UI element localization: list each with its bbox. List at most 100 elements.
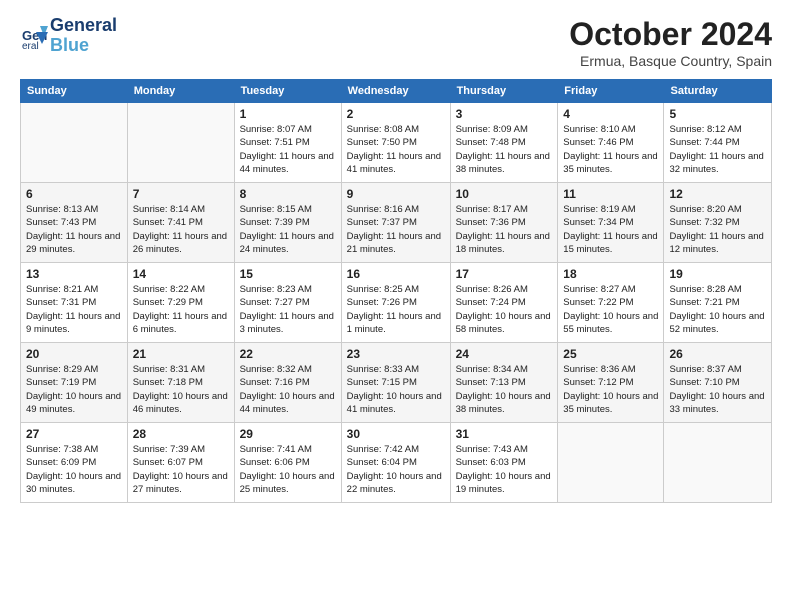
day-info: Sunrise: 7:43 AM Sunset: 6:03 PM Dayligh… [456, 443, 553, 496]
day-info: Sunrise: 8:25 AM Sunset: 7:26 PM Dayligh… [347, 283, 445, 336]
day-number: 18 [563, 267, 658, 281]
day-number: 3 [456, 107, 553, 121]
calendar-cell: 2Sunrise: 8:08 AM Sunset: 7:50 PM Daylig… [341, 103, 450, 183]
month-title: October 2024 [569, 16, 772, 53]
calendar-cell: 1 Sunrise: 8:07 AM Sunset: 7:51 PM Daylig… [234, 103, 341, 183]
weekday-header-wednesday: Wednesday [341, 80, 450, 103]
day-number: 24 [456, 347, 553, 361]
day-info: Sunrise: 8:33 AM Sunset: 7:15 PM Dayligh… [347, 363, 445, 416]
calendar-cell: 14Sunrise: 8:22 AM Sunset: 7:29 PM Dayli… [127, 263, 234, 343]
day-number: 26 [669, 347, 766, 361]
calendar-cell: 18 Sunrise: 8:27 AM Sunset: 7:22 PM Dayli… [558, 263, 664, 343]
calendar-cell: 30Sunrise: 7:42 AM Sunset: 6:04 PM Dayli… [341, 423, 450, 503]
day-number: 13 [26, 267, 122, 281]
calendar-cell: 23 Sunrise: 8:33 AM Sunset: 7:15 PM Dayli… [341, 343, 450, 423]
day-info: Sunrise: 8:10 AM Sunset: 7:46 PM Dayligh… [563, 123, 658, 176]
weekday-header-monday: Monday [127, 80, 234, 103]
calendar-cell: 19 Sunrise: 8:28 AM Sunset: 7:21 PM Dayli… [664, 263, 772, 343]
day-number: 20 [26, 347, 122, 361]
calendar-cell: 26 Sunrise: 8:37 AM Sunset: 7:10 PM Dayli… [664, 343, 772, 423]
day-info: Sunrise: 8:27 AM Sunset: 7:22 PM Dayligh… [563, 283, 658, 336]
calendar-cell: 3 Sunrise: 8:09 AM Sunset: 7:48 PM Daylig… [450, 103, 558, 183]
day-info: Sunrise: 8:31 AM Sunset: 7:18 PM Dayligh… [133, 363, 229, 416]
day-info: Sunrise: 8:28 AM Sunset: 7:21 PM Dayligh… [669, 283, 766, 336]
day-info: Sunrise: 8:22 AM Sunset: 7:29 PM Dayligh… [133, 283, 229, 336]
day-number: 31 [456, 427, 553, 441]
day-info: Sunrise: 8:17 AM Sunset: 7:36 PM Dayligh… [456, 203, 553, 256]
day-number: 6 [26, 187, 122, 201]
day-info: Sunrise: 8:21 AM Sunset: 7:31 PM Dayligh… [26, 283, 122, 336]
day-number: 19 [669, 267, 766, 281]
day-info: Sunrise: 8:15 AM Sunset: 7:39 PM Dayligh… [240, 203, 336, 256]
day-info: Sunrise: 8:16 AM Sunset: 7:37 PM Dayligh… [347, 203, 445, 256]
day-info: Sunrise: 7:38 AM Sunset: 6:09 PM Dayligh… [26, 443, 122, 496]
calendar-cell: 24 Sunrise: 8:34 AM Sunset: 7:13 PM Dayli… [450, 343, 558, 423]
day-number: 5 [669, 107, 766, 121]
day-info: Sunrise: 8:29 AM Sunset: 7:19 PM Dayligh… [26, 363, 122, 416]
day-number: 9 [347, 187, 445, 201]
day-info: Sunrise: 8:08 AM Sunset: 7:50 PM Dayligh… [347, 123, 445, 176]
day-info: Sunrise: 8:37 AM Sunset: 7:10 PM Dayligh… [669, 363, 766, 416]
calendar-cell [558, 423, 664, 503]
day-info: Sunrise: 8:20 AM Sunset: 7:32 PM Dayligh… [669, 203, 766, 256]
day-info: Sunrise: 8:14 AM Sunset: 7:41 PM Dayligh… [133, 203, 229, 256]
calendar: SundayMondayTuesdayWednesdayThursdayFrid… [20, 79, 772, 503]
day-number: 27 [26, 427, 122, 441]
day-info: Sunrise: 8:09 AM Sunset: 7:48 PM Dayligh… [456, 123, 553, 176]
day-number: 4 [563, 107, 658, 121]
day-info: Sunrise: 7:42 AM Sunset: 6:04 PM Dayligh… [347, 443, 445, 496]
logo-icon: Gen eral [20, 22, 48, 50]
day-number: 23 [347, 347, 445, 361]
day-number: 29 [240, 427, 336, 441]
day-number: 12 [669, 187, 766, 201]
logo: Gen eral GeneralBlue [20, 16, 117, 56]
title-block: October 2024 Ermua, Basque Country, Spai… [569, 16, 772, 69]
header: Gen eral GeneralBlue October 2024 Ermua,… [20, 16, 772, 69]
calendar-cell: 7 Sunrise: 8:14 AM Sunset: 7:41 PM Daylig… [127, 183, 234, 263]
calendar-cell: 27 Sunrise: 7:38 AM Sunset: 6:09 PM Dayli… [21, 423, 128, 503]
calendar-cell: 16 Sunrise: 8:25 AM Sunset: 7:26 PM Dayli… [341, 263, 450, 343]
svg-text:eral: eral [22, 41, 39, 50]
calendar-cell: 8 Sunrise: 8:15 AM Sunset: 7:39 PM Daylig… [234, 183, 341, 263]
day-number: 1 [240, 107, 336, 121]
day-info: Sunrise: 8:36 AM Sunset: 7:12 PM Dayligh… [563, 363, 658, 416]
calendar-cell: 25 Sunrise: 8:36 AM Sunset: 7:12 PM Dayli… [558, 343, 664, 423]
day-number: 22 [240, 347, 336, 361]
day-number: 8 [240, 187, 336, 201]
calendar-cell: 10 Sunrise: 8:17 AM Sunset: 7:36 PM Dayli… [450, 183, 558, 263]
weekday-header-saturday: Saturday [664, 80, 772, 103]
calendar-cell: 29Sunrise: 7:41 AM Sunset: 6:06 PM Dayli… [234, 423, 341, 503]
day-info: Sunrise: 8:12 AM Sunset: 7:44 PM Dayligh… [669, 123, 766, 176]
calendar-cell: 6 Sunrise: 8:13 AM Sunset: 7:43 PM Daylig… [21, 183, 128, 263]
calendar-cell: 12 Sunrise: 8:20 AM Sunset: 7:32 PM Dayli… [664, 183, 772, 263]
day-number: 25 [563, 347, 658, 361]
day-info: Sunrise: 8:07 AM Sunset: 7:51 PM Dayligh… [240, 123, 336, 176]
calendar-cell [127, 103, 234, 183]
weekday-header-tuesday: Tuesday [234, 80, 341, 103]
day-number: 7 [133, 187, 229, 201]
calendar-cell: 11 Sunrise: 8:19 AM Sunset: 7:34 PM Dayli… [558, 183, 664, 263]
day-number: 16 [347, 267, 445, 281]
day-number: 15 [240, 267, 336, 281]
day-info: Sunrise: 8:26 AM Sunset: 7:24 PM Dayligh… [456, 283, 553, 336]
calendar-cell: 9 Sunrise: 8:16 AM Sunset: 7:37 PM Daylig… [341, 183, 450, 263]
day-info: Sunrise: 8:13 AM Sunset: 7:43 PM Dayligh… [26, 203, 122, 256]
calendar-cell [21, 103, 128, 183]
calendar-cell: 22Sunrise: 8:32 AM Sunset: 7:16 PM Dayli… [234, 343, 341, 423]
logo-text: GeneralBlue [50, 16, 117, 56]
day-info: Sunrise: 8:34 AM Sunset: 7:13 PM Dayligh… [456, 363, 553, 416]
day-info: Sunrise: 8:23 AM Sunset: 7:27 PM Dayligh… [240, 283, 336, 336]
day-info: Sunrise: 8:19 AM Sunset: 7:34 PM Dayligh… [563, 203, 658, 256]
day-number: 10 [456, 187, 553, 201]
calendar-cell: 13 Sunrise: 8:21 AM Sunset: 7:31 PM Dayli… [21, 263, 128, 343]
calendar-cell: 21Sunrise: 8:31 AM Sunset: 7:18 PM Dayli… [127, 343, 234, 423]
calendar-cell: 17Sunrise: 8:26 AM Sunset: 7:24 PM Dayli… [450, 263, 558, 343]
weekday-header-sunday: Sunday [21, 80, 128, 103]
day-info: Sunrise: 7:39 AM Sunset: 6:07 PM Dayligh… [133, 443, 229, 496]
day-number: 11 [563, 187, 658, 201]
calendar-cell: 28 Sunrise: 7:39 AM Sunset: 6:07 PM Dayli… [127, 423, 234, 503]
calendar-cell: 20 Sunrise: 8:29 AM Sunset: 7:19 PM Dayli… [21, 343, 128, 423]
calendar-cell: 5 Sunrise: 8:12 AM Sunset: 7:44 PM Daylig… [664, 103, 772, 183]
day-number: 28 [133, 427, 229, 441]
calendar-cell: 4 Sunrise: 8:10 AM Sunset: 7:46 PM Daylig… [558, 103, 664, 183]
